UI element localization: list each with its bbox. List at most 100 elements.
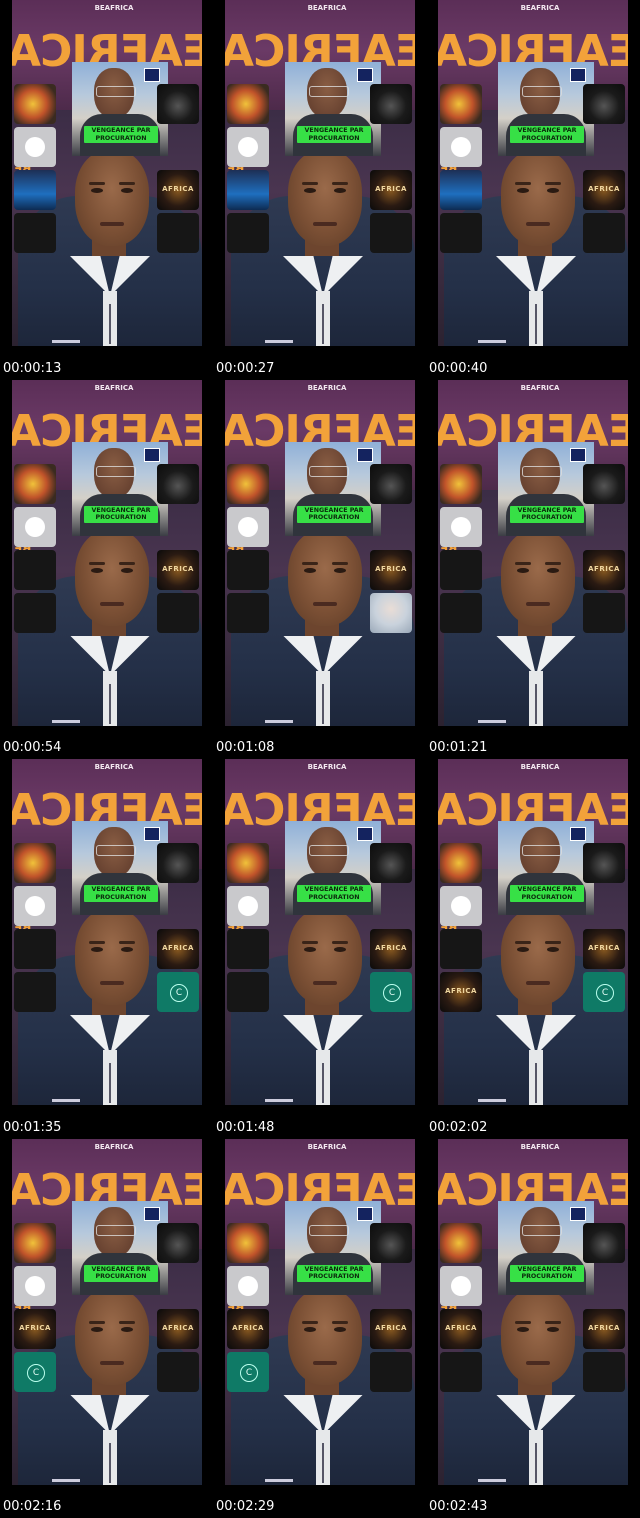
participant-tile-gold[interactable] [440, 1222, 482, 1263]
video-thumbnail[interactable]: BEAFRICA EAFRICA BE VENGEANCE PAR PROCURATI… [0, 759, 214, 1139]
participant-tile-logo[interactable]: AFRICA [370, 549, 412, 590]
participant-tile-black[interactable] [227, 972, 269, 1012]
participant-tile-logo[interactable]: AFRICA [583, 1308, 625, 1349]
participant-tile-light-person[interactable] [370, 592, 412, 633]
inset-glasses [522, 465, 562, 477]
participant-tile-white-dot[interactable] [440, 886, 482, 926]
participant-tile-white-dot[interactable] [14, 1265, 56, 1306]
participant-tile-gold[interactable] [14, 84, 56, 124]
participant-tile-c-badge[interactable]: C [14, 1351, 56, 1392]
participant-tile-blue-person[interactable] [440, 170, 482, 210]
participant-tile-white-dot[interactable] [227, 886, 269, 926]
participant-tile-gold[interactable] [227, 1222, 269, 1263]
participant-tile-logo[interactable]: AFRICA [583, 549, 625, 590]
participant-tile-logo[interactable]: AFRICA [440, 972, 482, 1012]
participant-tile-black[interactable] [14, 592, 56, 633]
participant-tile-dark-portrait[interactable] [157, 463, 199, 504]
participant-tile-black[interactable] [440, 929, 482, 969]
participant-tile-c-badge[interactable]: C [157, 972, 199, 1012]
participant-tile-logo[interactable]: AFRICA [157, 1308, 199, 1349]
participant-tile-black[interactable] [227, 213, 269, 253]
participant-tile-logo[interactable]: AFRICA [370, 929, 412, 969]
video-thumbnail[interactable]: BEAFRICA EAFRICA BE VENGEANCE PAR PROCURATI… [0, 0, 214, 380]
video-thumbnail[interactable]: BEAFRICA EAFRICA BE VENGEANCE PAR PROCURATI… [426, 759, 640, 1139]
shirt-zipline [322, 1442, 324, 1483]
participant-tile-black[interactable] [583, 1351, 625, 1392]
participant-tile-black[interactable] [14, 213, 56, 253]
participant-tile-dark-portrait[interactable] [583, 843, 625, 883]
video-thumbnail[interactable]: BEAFRICA EAFRICA BE VENGEANCE PAR PROCURATI… [213, 0, 427, 380]
video-thumbnail[interactable]: BEAFRICA EAFRICA BE VENGEANCE PAR PROCURATI… [0, 379, 214, 760]
participant-tile-gold[interactable] [14, 463, 56, 504]
participant-tile-dark-portrait[interactable] [157, 843, 199, 883]
participant-tile-dark-portrait[interactable] [583, 463, 625, 504]
participant-tile-gold[interactable] [227, 463, 269, 504]
participant-tile-logo[interactable]: AFRICA [227, 1308, 269, 1349]
participant-tile-c-badge[interactable]: C [370, 972, 412, 1012]
participant-tile-logo[interactable]: AFRICA [370, 170, 412, 210]
participant-tile-logo[interactable]: AFRICA [157, 929, 199, 969]
video-thumbnail[interactable]: BEAFRICA EAFRICA BE VENGEANCE PAR PROCURATI… [213, 759, 427, 1139]
video-thumbnail[interactable]: BEAFRICA EAFRICA BE VENGEANCE PAR PROCURATI… [0, 1138, 214, 1518]
participant-tile-white-dot[interactable] [440, 1265, 482, 1306]
participant-tile-black[interactable] [440, 592, 482, 633]
participant-tile-black[interactable] [440, 549, 482, 590]
participant-tile-dark-portrait[interactable] [370, 1222, 412, 1263]
participant-tile-gold[interactable] [440, 463, 482, 504]
participant-tile-black[interactable] [157, 213, 199, 253]
participant-tile-white-dot[interactable] [14, 506, 56, 547]
participant-tile-black[interactable] [227, 549, 269, 590]
participant-tile-black[interactable] [440, 1351, 482, 1392]
participant-tile-white-dot[interactable] [440, 506, 482, 547]
participant-tile-dark-portrait[interactable] [157, 84, 199, 124]
participant-tile-black[interactable] [157, 1351, 199, 1392]
participant-tile-dark-portrait[interactable] [370, 84, 412, 124]
participant-tile-white-dot[interactable] [227, 506, 269, 547]
participant-tile-logo[interactable]: AFRICA [583, 929, 625, 969]
participant-tile-gold[interactable] [440, 843, 482, 883]
participant-tile-black[interactable] [583, 213, 625, 253]
participant-tile-black[interactable] [227, 929, 269, 969]
participant-tile-white-dot[interactable] [14, 886, 56, 926]
participant-tile-logo[interactable]: AFRICA [583, 170, 625, 210]
participant-tile-logo[interactable]: AFRICA [157, 549, 199, 590]
participant-tile-blue-person[interactable] [14, 170, 56, 210]
participant-tile-white-dot[interactable] [440, 127, 482, 167]
video-thumbnail[interactable]: BEAFRICA EAFRICA BE VENGEANCE PAR PROCURATI… [426, 379, 640, 760]
participant-tile-black[interactable] [370, 1351, 412, 1392]
participant-tile-black[interactable] [14, 549, 56, 590]
participant-tile-dark-portrait[interactable] [370, 463, 412, 504]
participant-tile-black[interactable] [440, 213, 482, 253]
participant-tile-gold[interactable] [440, 84, 482, 124]
participant-tile-c-badge[interactable]: C [583, 972, 625, 1012]
participant-tile-dark-portrait[interactable] [583, 1222, 625, 1263]
participant-tile-black[interactable] [583, 592, 625, 633]
participant-tile-dark-portrait[interactable] [370, 843, 412, 883]
participant-tile-gold[interactable] [14, 843, 56, 883]
participant-tile-dark-portrait[interactable] [583, 84, 625, 124]
participant-tile-black[interactable] [157, 592, 199, 633]
participant-tile-logo[interactable]: AFRICA [14, 1308, 56, 1349]
participant-tile-logo[interactable]: AFRICA [370, 1308, 412, 1349]
participant-tile-gold[interactable] [14, 1222, 56, 1263]
participant-tile-white-dot[interactable] [227, 1265, 269, 1306]
participant-tile-black[interactable] [14, 972, 56, 1012]
participant-tile-white-dot[interactable] [14, 127, 56, 167]
participant-tile-logo[interactable]: AFRICA [157, 170, 199, 210]
participant-tile-c-badge[interactable]: C [227, 1351, 269, 1392]
video-thumbnail[interactable]: BEAFRICA EAFRICA BE VENGEANCE PAR PROCURATI… [426, 1138, 640, 1518]
participant-tile-gold[interactable] [227, 84, 269, 124]
participant-tile-blue-person[interactable] [227, 170, 269, 210]
participant-tile-black[interactable] [370, 213, 412, 253]
participant-tile-black[interactable] [14, 929, 56, 969]
participant-tile-logo[interactable]: AFRICA [440, 1308, 482, 1349]
video-thumbnail[interactable]: BEAFRICA EAFRICA BE VENGEANCE PAR PROCURATI… [213, 379, 427, 760]
participant-tile-gold[interactable] [227, 843, 269, 883]
video-thumbnail[interactable]: BEAFRICA EAFRICA BE VENGEANCE PAR PROCURATI… [426, 0, 640, 380]
video-thumbnail[interactable]: BEAFRICA EAFRICA BE VENGEANCE PAR PROCURATI… [213, 1138, 427, 1518]
participant-tile-dark-portrait[interactable] [157, 1222, 199, 1263]
presenter-head [75, 909, 149, 1005]
participant-tile-white-dot[interactable] [227, 127, 269, 167]
shirt-pocket [52, 719, 80, 723]
participant-tile-black[interactable] [227, 592, 269, 633]
